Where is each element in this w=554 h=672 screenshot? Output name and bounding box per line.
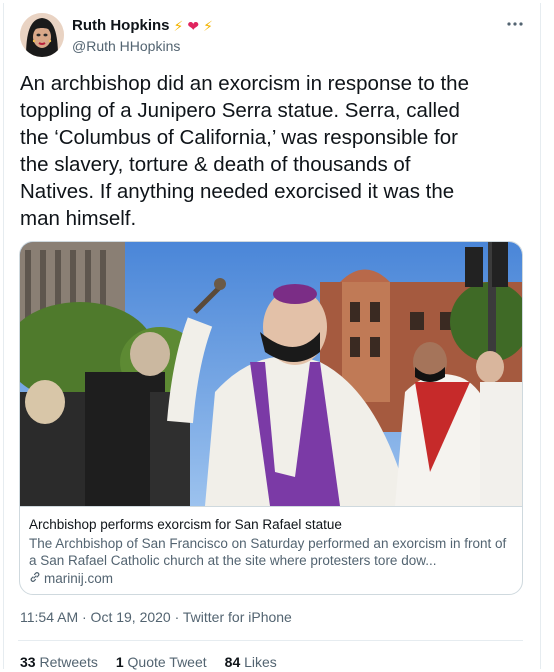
card-image[interactable] — [20, 242, 522, 506]
tweet-text: An archbishop did an exorcism in respons… — [20, 72, 469, 230]
more-horizontal-icon[interactable] — [506, 14, 524, 32]
avatar[interactable] — [20, 13, 64, 57]
retweets-label: Retweets — [39, 654, 98, 670]
divider — [18, 640, 523, 641]
retweets-count: 33 — [20, 654, 36, 670]
link-icon — [29, 571, 41, 586]
quotes-label: Quote Tweet — [127, 654, 207, 670]
heart-icon: ❤ — [187, 17, 200, 34]
quotes-count: 1 — [115, 654, 124, 670]
quote-tweets-stat[interactable]: 1 Quote Tweet — [116, 654, 207, 670]
tweet-timestamp[interactable]: 11:54 AM · Oct 19, 2020 · Twitter for iP… — [20, 609, 292, 625]
display-name[interactable]: Ruth Hopkins — [72, 17, 170, 34]
link-card[interactable]: Archbishop performs exorcism for San Raf… — [19, 241, 523, 595]
card-body[interactable]: Archbishop performs exorcism for San Raf… — [20, 506, 522, 594]
card-link[interactable]: marinij.com — [29, 571, 113, 586]
lightning-icon: ⚡ — [173, 17, 184, 34]
card-title[interactable]: Archbishop performs exorcism for San Raf… — [29, 517, 342, 532]
card-link-text[interactable]: marinij.com — [44, 571, 113, 586]
likes-count: 84 — [224, 654, 241, 670]
likes-label: Likes — [244, 654, 277, 670]
tweet-stats: 33 Retweets 1 Quote Tweet 84 Likes — [20, 654, 277, 670]
lightning-icon: ⚡ — [203, 17, 213, 34]
author-handle[interactable]: @Ruth HHopkins — [72, 38, 180, 54]
retweets-stat[interactable]: 33 Retweets — [20, 654, 98, 670]
card-description: The Archbishop of San Francisco on Satur… — [29, 536, 507, 568]
likes-stat[interactable]: 84 Likes — [225, 654, 277, 670]
author-name-row[interactable]: Ruth Hopkins ⚡ ❤ ⚡ — [72, 17, 213, 34]
